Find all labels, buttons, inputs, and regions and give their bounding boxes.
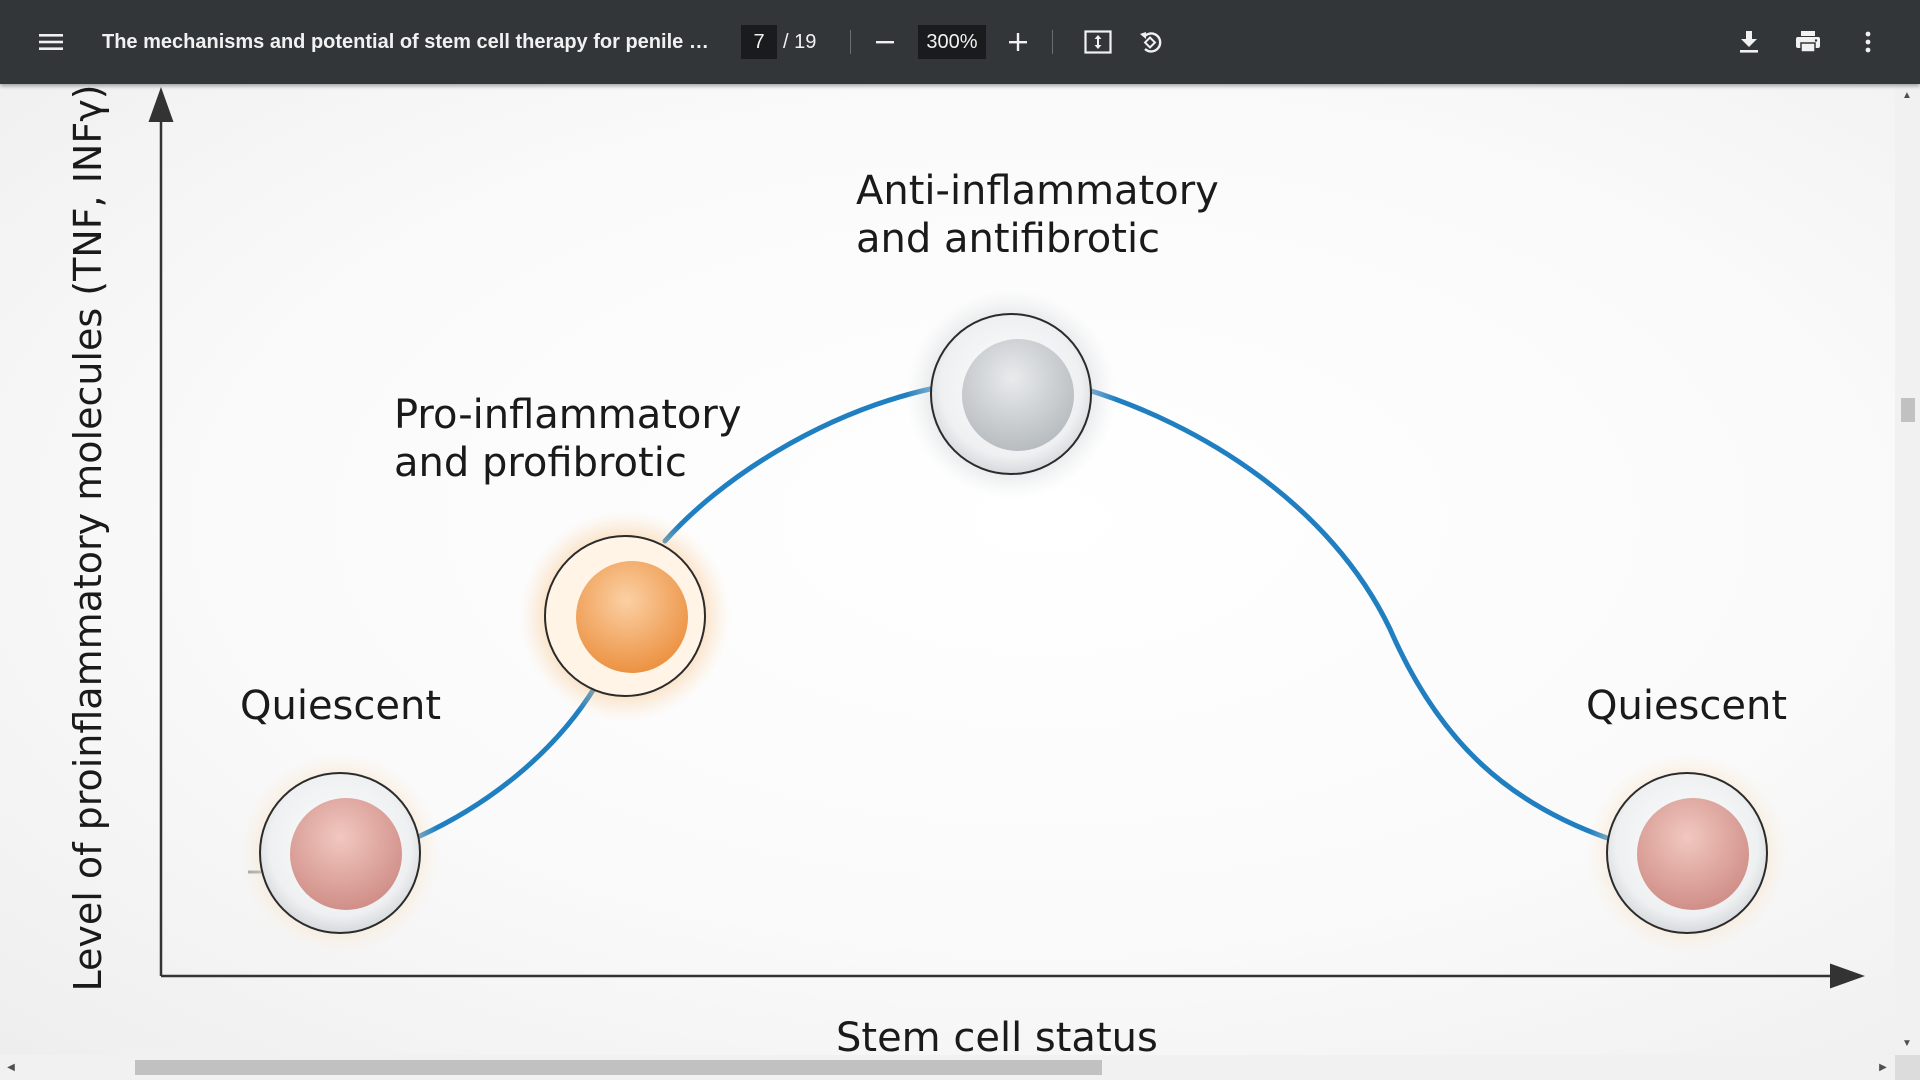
print-icon bbox=[1796, 31, 1820, 53]
rotate-icon bbox=[1140, 32, 1162, 53]
label-line: and profibrotic bbox=[394, 440, 687, 486]
label-line: Quiescent bbox=[240, 683, 442, 729]
pdf-page-viewport[interactable]: Level of proinflammatory molecules (TNF,… bbox=[0, 84, 1895, 1055]
vertical-scroll-thumb[interactable] bbox=[1901, 398, 1915, 422]
label-line: and antifibrotic bbox=[856, 216, 1161, 262]
scroll-up-icon[interactable]: ▲ bbox=[1900, 88, 1914, 102]
rotate-button[interactable] bbox=[1131, 22, 1171, 62]
page-total: / 19 bbox=[783, 31, 817, 53]
label-line: Anti-inflammatory bbox=[856, 168, 1219, 214]
label-quiescent-start: Quiescent bbox=[240, 682, 441, 730]
label-quiescent-end: Quiescent bbox=[1586, 682, 1787, 730]
vertical-scrollbar[interactable]: ▲ ▼ bbox=[1895, 84, 1920, 1055]
pdf-toolbar: The mechanisms and potential of stem cel… bbox=[0, 0, 1920, 84]
zoom-in-button[interactable] bbox=[998, 22, 1038, 62]
print-button[interactable] bbox=[1788, 22, 1828, 62]
zoom-out-button[interactable] bbox=[865, 22, 905, 62]
menu-icon bbox=[39, 34, 63, 50]
toolbar-divider bbox=[1052, 30, 1053, 54]
x-axis-label: Stem cell status bbox=[836, 1015, 1158, 1055]
horizontal-scrollbar[interactable]: ◀ ▶ bbox=[0, 1055, 1895, 1080]
label-line: Quiescent bbox=[1586, 683, 1788, 729]
scroll-left-icon[interactable]: ◀ bbox=[4, 1060, 18, 1074]
download-icon bbox=[1740, 31, 1758, 53]
more-vert-icon bbox=[1865, 31, 1871, 53]
document-title: The mechanisms and potential of stem cel… bbox=[102, 31, 712, 53]
scroll-down-icon[interactable]: ▼ bbox=[1900, 1036, 1914, 1050]
menu-button[interactable] bbox=[31, 22, 71, 62]
zoom-in-icon bbox=[1009, 33, 1027, 51]
label-antiinflammatory: Anti-inflammatory and antifibrotic bbox=[856, 167, 1219, 263]
horizontal-scroll-thumb[interactable] bbox=[135, 1060, 1102, 1075]
toolbar-divider bbox=[850, 30, 851, 54]
cell-antiinflammatory bbox=[906, 289, 1116, 499]
scrollbar-corner bbox=[1895, 1055, 1920, 1080]
label-line: Pro-inflammatory bbox=[394, 392, 742, 438]
cell-quiescent-start bbox=[240, 753, 440, 953]
fit-page-button[interactable] bbox=[1078, 22, 1118, 62]
page-number-input[interactable] bbox=[741, 25, 777, 59]
zoom-input[interactable] bbox=[918, 25, 986, 59]
cell-proinflammatory bbox=[520, 511, 730, 721]
fit-page-icon bbox=[1084, 30, 1112, 54]
zoom-out-icon bbox=[876, 41, 894, 44]
cell-quiescent-end bbox=[1587, 753, 1787, 953]
scroll-right-icon[interactable]: ▶ bbox=[1876, 1060, 1890, 1074]
more-options-button[interactable] bbox=[1848, 22, 1888, 62]
download-button[interactable] bbox=[1729, 22, 1769, 62]
label-proinflammatory: Pro-inflammatory and profibrotic bbox=[394, 391, 742, 487]
y-axis-label: Level of proinflammatory molecules (TNF,… bbox=[66, 84, 110, 992]
